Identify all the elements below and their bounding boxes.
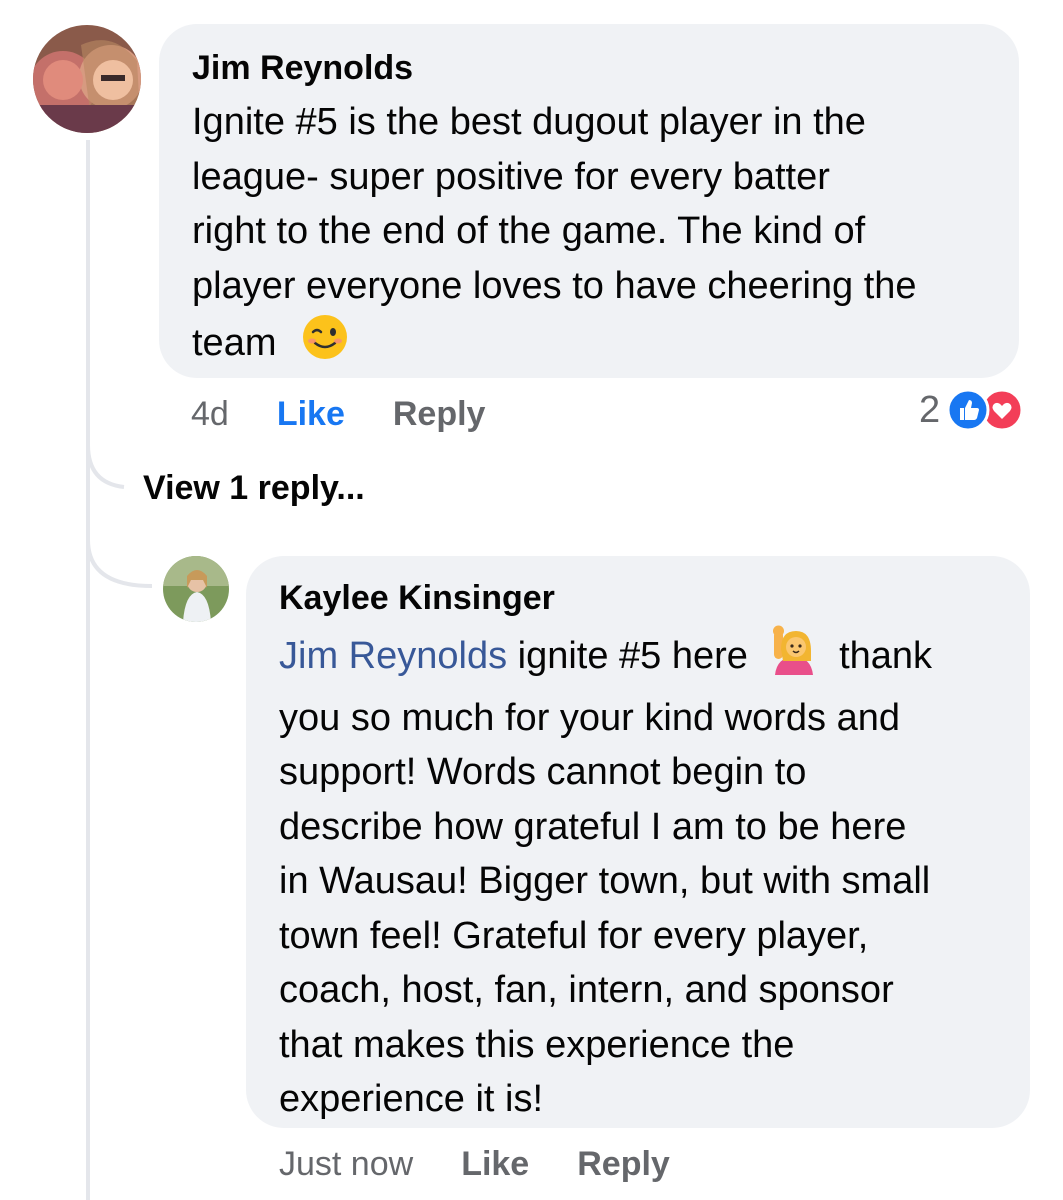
like-reaction-icon: [946, 388, 990, 432]
reply-actions: Just now Like Reply: [279, 1144, 670, 1184]
reply-bubble: Kaylee Kinsinger Jim Reynolds ignite #5 …: [246, 556, 1030, 1128]
like-button[interactable]: Like: [277, 394, 345, 434]
reply-line-first: Jim Reynolds ignite #5 here thank: [279, 625, 1030, 691]
reply-line: in Wausau! Bigger town, but with small: [279, 860, 931, 902]
person-raising-hand-emoji-icon: [769, 625, 819, 691]
thread-line-curve-1: [86, 445, 125, 489]
avatar[interactable]: [33, 25, 141, 133]
comment-timestamp[interactable]: 4d: [191, 394, 229, 434]
comment-line: team: [192, 321, 277, 364]
reply-text: Jim Reynolds ignite #5 here thank you so…: [279, 625, 1030, 1127]
reply-line: describe how grateful I am to be here: [279, 805, 907, 848]
reply-author[interactable]: Kaylee Kinsinger: [279, 578, 1030, 618]
winking-face-emoji-icon: [301, 313, 349, 377]
reply-text-segment: thank: [839, 634, 933, 677]
comment-line: Ignite #5 is the best dugout player in t…: [192, 101, 866, 143]
thread-line-curve-2: [86, 540, 153, 588]
reply-button[interactable]: Reply: [577, 1144, 670, 1184]
view-replies-link[interactable]: View 1 reply...: [143, 469, 365, 508]
reply-line: support! Words cannot begin to: [279, 751, 807, 793]
like-button[interactable]: Like: [461, 1144, 529, 1184]
comment-line: right to the end of the game. The kind o…: [192, 210, 866, 252]
comment-line-last: team: [192, 313, 1019, 377]
reply-line: coach, host, fan, intern, and sponsor: [279, 969, 894, 1011]
comment-actions: 4d Like Reply: [191, 394, 485, 434]
reaction-count: 2: [919, 388, 941, 431]
comment-author[interactable]: Jim Reynolds: [192, 48, 1019, 88]
reply-button[interactable]: Reply: [393, 394, 486, 434]
comment-line: league- super positive for every batter: [192, 155, 830, 198]
reply-text-segment: ignite #5 here: [517, 634, 748, 677]
reply-line: experience it is!: [279, 1078, 544, 1120]
thread-line-vertical: [86, 140, 90, 1200]
reaction-summary[interactable]: 2: [919, 388, 1024, 432]
reply-line: you so much for your kind words and: [279, 696, 900, 739]
mention-link[interactable]: Jim Reynolds: [279, 635, 507, 677]
reply-timestamp[interactable]: Just now: [279, 1144, 413, 1184]
comment-text: Ignite #5 is the best dugout player in t…: [192, 95, 1019, 377]
comment-bubble: Jim Reynolds Ignite #5 is the best dugou…: [159, 24, 1019, 378]
avatar[interactable]: [163, 556, 229, 622]
reply-line: that makes this experience the: [279, 1023, 795, 1066]
comment-line: player everyone loves to have cheering t…: [192, 264, 917, 307]
reply-line: town feel! Grateful for every player,: [279, 914, 869, 957]
